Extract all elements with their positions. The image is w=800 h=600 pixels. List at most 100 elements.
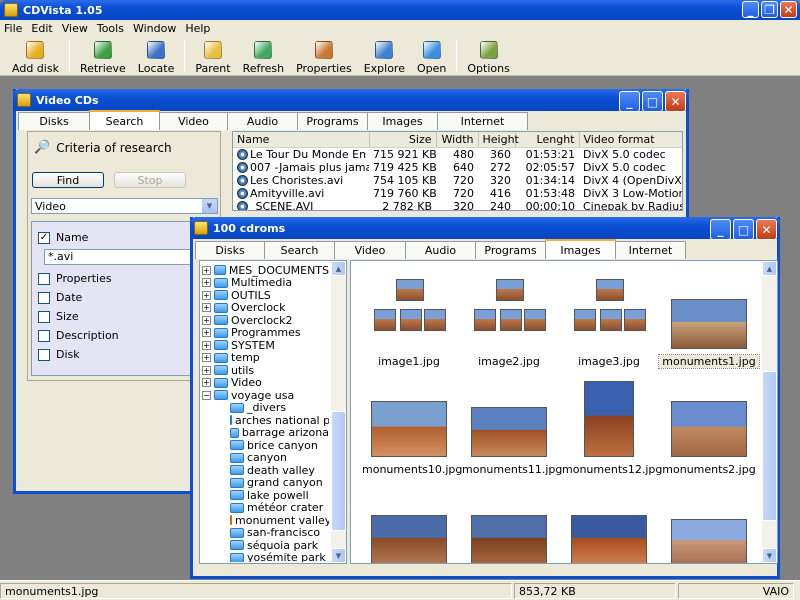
- maximize-button[interactable]: □: [642, 91, 663, 112]
- menu-tools[interactable]: Tools: [97, 22, 124, 35]
- maximize-button[interactable]: ❐: [761, 1, 778, 18]
- minimize-button[interactable]: _: [742, 1, 759, 18]
- tree-item[interactable]: + Multimedia: [202, 276, 329, 289]
- thumbnail-item[interactable]: monuments10.jpg: [359, 377, 462, 476]
- add-disk-button[interactable]: Add disk: [6, 37, 65, 75]
- tab-disks[interactable]: Disks: [18, 112, 90, 130]
- options-button[interactable]: Options: [461, 37, 515, 75]
- tree-item[interactable]: death valley: [202, 464, 329, 477]
- checkbox-box[interactable]: [38, 310, 50, 323]
- tab-search[interactable]: Search: [264, 241, 335, 259]
- column-header-name[interactable]: Name: [233, 132, 370, 148]
- thumbnail-item[interactable]: monuments3.jpg: [359, 485, 459, 563]
- scroll-down-icon[interactable]: ▼: [331, 548, 346, 563]
- tree-item[interactable]: grand canyon: [202, 476, 329, 489]
- minimize-button[interactable]: _: [710, 219, 731, 240]
- tab-video[interactable]: Video: [334, 241, 406, 259]
- locate-button[interactable]: Locate: [132, 37, 181, 75]
- checkbox-box[interactable]: [38, 348, 50, 361]
- expand-icon[interactable]: +: [202, 353, 211, 363]
- find-button[interactable]: Find: [32, 172, 104, 188]
- tree-item[interactable]: + Overclock2: [202, 314, 329, 327]
- tab-images[interactable]: Images: [545, 239, 616, 259]
- close-button[interactable]: ✕: [756, 219, 777, 240]
- tree-item[interactable]: séquoia park: [202, 539, 329, 552]
- tab-internet[interactable]: Internet: [437, 112, 528, 130]
- scroll-up-icon[interactable]: ▲: [331, 261, 346, 276]
- tab-programs[interactable]: Programs: [297, 112, 368, 130]
- category-select[interactable]: Video ▼: [31, 198, 218, 214]
- retrieve-button[interactable]: Retrieve: [74, 37, 132, 75]
- tree-item[interactable]: yosémite park: [202, 551, 329, 562]
- tree-item[interactable]: arches national park: [202, 414, 329, 427]
- expand-icon[interactable]: +: [202, 265, 211, 275]
- tree-item[interactable]: monument valley: [202, 514, 329, 527]
- tab-programs[interactable]: Programs: [475, 241, 546, 259]
- column-header-video-format[interactable]: Video format: [579, 132, 682, 148]
- tree-item[interactable]: + Programmes: [202, 326, 329, 339]
- tab-audio[interactable]: Audio: [227, 112, 298, 130]
- tree-item[interactable]: lake powell: [202, 489, 329, 502]
- menu-help[interactable]: Help: [185, 22, 210, 35]
- tab-video[interactable]: Video: [159, 112, 228, 130]
- maximize-button[interactable]: □: [733, 219, 754, 240]
- scroll-up-icon[interactable]: ▲: [762, 261, 777, 276]
- thumbnail-item[interactable]: monuments1.jpg: [658, 269, 760, 369]
- table-row[interactable]: Le Tour Du Monde En 80 Jou... 715 921 KB 4…: [233, 147, 682, 161]
- expand-icon[interactable]: +: [202, 340, 211, 350]
- tab-disks[interactable]: Disks: [195, 241, 265, 259]
- minimize-button[interactable]: _: [619, 91, 640, 112]
- explore-button[interactable]: Explore: [358, 37, 411, 75]
- expand-icon[interactable]: +: [202, 290, 211, 300]
- tree-item[interactable]: + OUTILS: [202, 289, 329, 302]
- tree-item[interactable]: + Video: [202, 376, 329, 389]
- tree-item[interactable]: − voyage usa: [202, 389, 329, 402]
- thumbnail-item[interactable]: monuments12.jpg: [559, 377, 662, 476]
- expand-icon[interactable]: +: [202, 278, 211, 288]
- scroll-thumb[interactable]: [762, 371, 777, 521]
- table-row[interactable]: Les Choristes.avi 754 105 KB 720 320 01:34:1…: [233, 174, 682, 187]
- tab-images[interactable]: Images: [367, 112, 438, 130]
- table-row[interactable]: _SCENE.AVI 2 782 KB 320 240 00:00:10 Cinepak …: [233, 200, 682, 210]
- cdroms-titlebar[interactable]: 100 cdroms _ □ ✕: [190, 217, 780, 240]
- name-pattern-input[interactable]: *.avi: [44, 249, 214, 265]
- thumbnail-item[interactable]: image2.jpg: [459, 269, 559, 368]
- properties-button[interactable]: Properties: [290, 37, 358, 75]
- column-header-size[interactable]: Size: [369, 132, 437, 148]
- tree-item[interactable]: + SYSTEM: [202, 339, 329, 352]
- checkbox-box[interactable]: [38, 291, 50, 304]
- tree-item[interactable]: san-francisco: [202, 526, 329, 539]
- table-row[interactable]: Amityville.avi 719 760 KB 720 416 01:53:48 Di…: [233, 187, 682, 200]
- tree-item[interactable]: + MES_DOCUMENTS: [202, 264, 329, 277]
- expand-icon[interactable]: +: [202, 303, 211, 313]
- scroll-thumb[interactable]: [331, 411, 346, 531]
- close-button[interactable]: ✕: [665, 91, 686, 112]
- checkbox-box[interactable]: [38, 272, 50, 285]
- tree-item[interactable]: + temp: [202, 351, 329, 364]
- video-cds-titlebar[interactable]: Video CDs _ □ ✕: [13, 89, 689, 112]
- tree-item[interactable]: météor crater: [202, 501, 329, 514]
- checkbox-box[interactable]: [38, 329, 50, 342]
- tree-item[interactable]: canyon: [202, 451, 329, 464]
- expand-icon[interactable]: +: [202, 378, 211, 388]
- column-header-height[interactable]: Height: [478, 132, 519, 148]
- thumbnail-item[interactable]: image1.jpg: [359, 269, 459, 368]
- refresh-button[interactable]: Refresh: [237, 37, 291, 75]
- tree-item[interactable]: + Overclock: [202, 301, 329, 314]
- tab-search[interactable]: Search: [89, 110, 160, 130]
- close-button[interactable]: ✕: [780, 1, 797, 18]
- tab-internet[interactable]: Internet: [615, 241, 686, 259]
- column-header-lenght[interactable]: Lenght: [515, 132, 580, 148]
- thumbnail-item[interactable]: monuments11.jpg: [459, 377, 562, 476]
- table-row[interactable]: 007 -Jamais plus jamais fr .avi 719 425 K…: [233, 161, 682, 174]
- menu-file[interactable]: File: [4, 22, 22, 35]
- menu-view[interactable]: View: [62, 22, 88, 35]
- tree-item[interactable]: + utils: [202, 364, 329, 377]
- tree-item[interactable]: _divers: [202, 401, 329, 414]
- parent-button[interactable]: Parent: [189, 37, 236, 75]
- expand-icon[interactable]: +: [202, 328, 211, 338]
- expand-icon[interactable]: +: [202, 315, 211, 325]
- thumbnail-scrollbar[interactable]: ▲ ▼: [762, 261, 777, 563]
- thumbnail-item[interactable]: image3.jpg: [559, 269, 659, 368]
- open-button[interactable]: Open: [411, 37, 452, 75]
